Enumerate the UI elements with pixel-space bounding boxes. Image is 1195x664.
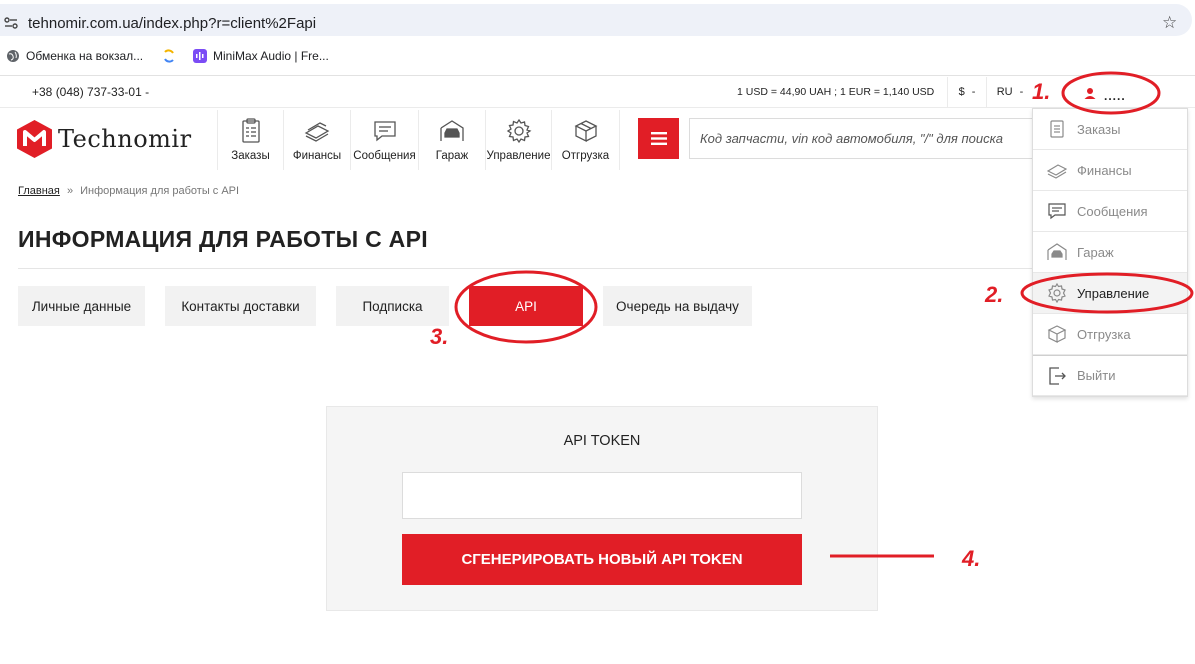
garage-icon: [1047, 243, 1067, 260]
gear-icon: [506, 118, 531, 144]
user-menu-button[interactable]: .....: [1066, 78, 1158, 108]
hamburger-icon: [650, 132, 667, 145]
breadcrumb-home-link[interactable]: Главная: [18, 185, 60, 197]
logo-text: Technomir: [58, 125, 192, 153]
money-icon: [304, 122, 330, 142]
menu-item-label: Сообщения: [1077, 203, 1148, 219]
breadcrumb: Главная » Информация для работы с API: [18, 185, 239, 197]
gear-icon: [1048, 283, 1066, 303]
menu-item-finance[interactable]: Финансы: [1033, 150, 1187, 191]
menu-item-label: Выйти: [1077, 368, 1116, 383]
page-title: ИНФОРМАЦИЯ ДЛЯ РАБОТЫ С API: [18, 226, 428, 252]
main-nav: Заказы Финансы Сообщения Гараж Управлени…: [217, 110, 620, 170]
tab-subscription[interactable]: Подписка: [336, 286, 449, 326]
tab-personal-data[interactable]: Личные данные: [18, 286, 145, 326]
nav-label: Финансы: [292, 150, 342, 162]
currency-arrow: -: [971, 86, 976, 98]
nav-label: Отгрузка: [561, 150, 610, 162]
box-icon: [1047, 325, 1067, 343]
nav-item-management[interactable]: Управление: [486, 110, 552, 170]
currency-value: $: [958, 86, 965, 98]
tab-delivery-contacts[interactable]: Контакты доставки: [165, 286, 316, 326]
box-icon: [574, 120, 597, 143]
bookmark-star-icon[interactable]: ☆: [1162, 13, 1177, 33]
annotation-step-3: 3.: [430, 324, 449, 349]
menu-item-shipment[interactable]: Отгрузка: [1033, 314, 1187, 355]
bookmarks-bar: Обменка на вокзал... MiniMax Audio | Fre…: [0, 40, 1195, 76]
url-text[interactable]: tehnomir.com.ua/index.php?r=client%2Fapi: [28, 15, 316, 32]
tab-label: API: [515, 298, 537, 314]
tab-label: Контакты доставки: [181, 298, 300, 314]
nav-item-finance[interactable]: Финансы: [284, 110, 351, 170]
minimax-icon: [193, 49, 207, 63]
garage-icon: [440, 120, 464, 141]
menu-item-label: Заказы: [1077, 121, 1121, 137]
menu-item-label: Управление: [1077, 285, 1150, 301]
nav-item-garage[interactable]: Гараж: [419, 110, 486, 170]
user-dropdown-menu: Заказы Финансы Сообщения Гараж Управлени…: [1032, 108, 1188, 397]
clipboard-icon: [1050, 120, 1064, 138]
money-icon: [1047, 164, 1067, 179]
tab-api[interactable]: API: [469, 286, 583, 326]
menu-item-garage[interactable]: Гараж: [1033, 232, 1187, 273]
browser-address-bar: tehnomir.com.ua/index.php?r=client%2Fapi…: [0, 0, 1195, 40]
phone-number[interactable]: +38 (048) 737-33-01 -: [32, 85, 149, 99]
menu-item-orders[interactable]: Заказы: [1033, 109, 1187, 150]
bookmark-label: Обменка на вокзал...: [26, 49, 144, 63]
nav-item-shipment[interactable]: Отгрузка: [552, 110, 620, 170]
site-info-icon[interactable]: [4, 16, 18, 30]
sync-icon: [164, 49, 174, 63]
omnibox[interactable]: tehnomir.com.ua/index.php?r=client%2Fapi…: [0, 4, 1192, 36]
title-divider: [18, 268, 1038, 269]
menu-item-label: Гараж: [1077, 244, 1114, 260]
user-name: .....: [1104, 89, 1126, 103]
menu-item-label: Финансы: [1077, 162, 1132, 178]
nav-label: Гараж: [435, 150, 469, 162]
language-arrow: -: [1019, 86, 1024, 98]
message-icon: [373, 121, 396, 142]
globe-icon: [7, 50, 19, 62]
nav-item-messages[interactable]: Сообщения: [351, 110, 419, 170]
menu-item-logout[interactable]: Выйти: [1033, 355, 1187, 396]
nav-item-orders[interactable]: Заказы: [218, 110, 284, 170]
top-info-bar: +38 (048) 737-33-01 - 1 USD = 44,90 UAH …: [0, 77, 1195, 108]
bookmark-item[interactable]: MiniMax Audio | Fre...: [193, 49, 329, 63]
user-icon: [1084, 88, 1096, 99]
bookmark-item[interactable]: Обменка на вокзал...: [6, 49, 143, 63]
currency-select[interactable]: $ -: [947, 77, 987, 108]
api-token-field[interactable]: [402, 472, 802, 519]
search-input[interactable]: [689, 118, 1039, 159]
annotation-step-2: 2.: [985, 282, 1004, 307]
nav-label: Сообщения: [353, 150, 416, 162]
tab-label: Личные данные: [31, 298, 132, 314]
api-token-label: API TOKEN: [563, 433, 641, 449]
page: tehnomir.com.ua/index.php?r=client%2Fapi…: [0, 0, 1195, 664]
site-logo[interactable]: Technomir: [17, 120, 192, 158]
tab-label: Очередь на выдачу: [616, 298, 739, 314]
exchange-rates: 1 USD = 44,90 UAH ; 1 EUR = 1,140 USD: [737, 86, 935, 98]
catalog-menu-button[interactable]: [638, 118, 679, 159]
annotation-step-1: 1.: [1032, 79, 1051, 104]
nav-label: Заказы: [231, 150, 270, 162]
bookmark-label: MiniMax Audio | Fre...: [213, 49, 329, 63]
language-select[interactable]: RU -: [987, 77, 1033, 108]
tab-label: Подписка: [362, 298, 423, 314]
menu-item-label: Отгрузка: [1077, 326, 1131, 342]
clipboard-icon: [241, 118, 260, 143]
technomir-logo-icon: [17, 120, 52, 158]
nav-label: Управление: [486, 150, 551, 162]
api-token-panel: API TOKEN СГЕНЕРИРОВАТЬ НОВЫЙ API TOKEN: [326, 406, 878, 611]
tab-pickup-queue[interactable]: Очередь на выдачу: [603, 286, 752, 326]
logout-icon: [1049, 366, 1066, 385]
language-value: RU: [996, 86, 1013, 98]
bookmark-item[interactable]: [162, 49, 176, 63]
annotation-step-4: 4.: [962, 546, 981, 571]
menu-item-management[interactable]: Управление: [1033, 273, 1187, 314]
menu-item-messages[interactable]: Сообщения: [1033, 191, 1187, 232]
generate-token-button[interactable]: СГЕНЕРИРОВАТЬ НОВЫЙ API TOKEN: [402, 534, 802, 585]
message-icon: [1048, 203, 1066, 220]
breadcrumb-separator: »: [66, 185, 74, 197]
breadcrumb-current: Информация для работы с API: [80, 185, 240, 197]
